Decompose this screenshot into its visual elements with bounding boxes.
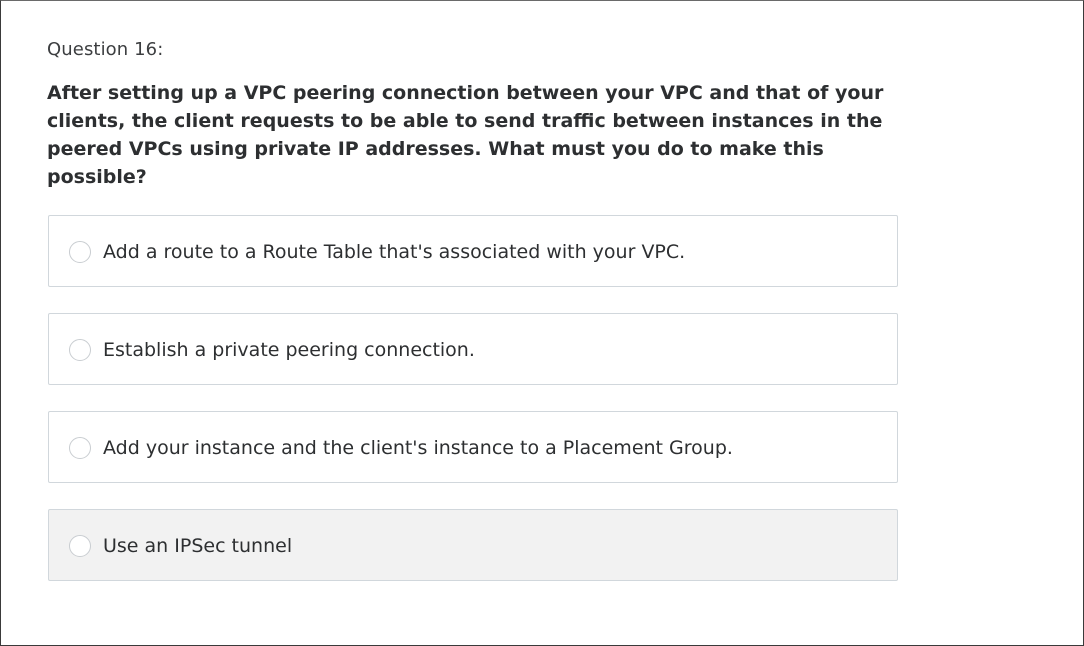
quiz-frame: Question 16: After setting up a VPC peer…: [0, 0, 1084, 646]
radio-unchecked-icon[interactable]: [69, 437, 91, 459]
answer-option-label: Establish a private peering connection.: [103, 339, 475, 361]
answer-option-label: Use an IPSec tunnel: [103, 535, 293, 557]
radio-unchecked-icon[interactable]: [69, 241, 91, 263]
radio-unchecked-icon[interactable]: [69, 339, 91, 361]
answer-option-label: Add a route to a Route Table that's asso…: [103, 241, 686, 263]
answer-option-1[interactable]: Add a route to a Route Table that's asso…: [48, 215, 898, 287]
radio-unchecked-icon[interactable]: [69, 535, 91, 557]
answer-option-label: Add your instance and the client's insta…: [103, 437, 733, 459]
answer-options: Add a route to a Route Table that's asso…: [48, 215, 898, 607]
answer-option-4[interactable]: Use an IPSec tunnel: [48, 509, 898, 581]
question-text: After setting up a VPC peering connectio…: [47, 82, 884, 188]
answer-option-2[interactable]: Establish a private peering connection.: [48, 313, 898, 385]
question-number: Question 16:: [47, 39, 164, 60]
answer-option-3[interactable]: Add your instance and the client's insta…: [48, 411, 898, 483]
